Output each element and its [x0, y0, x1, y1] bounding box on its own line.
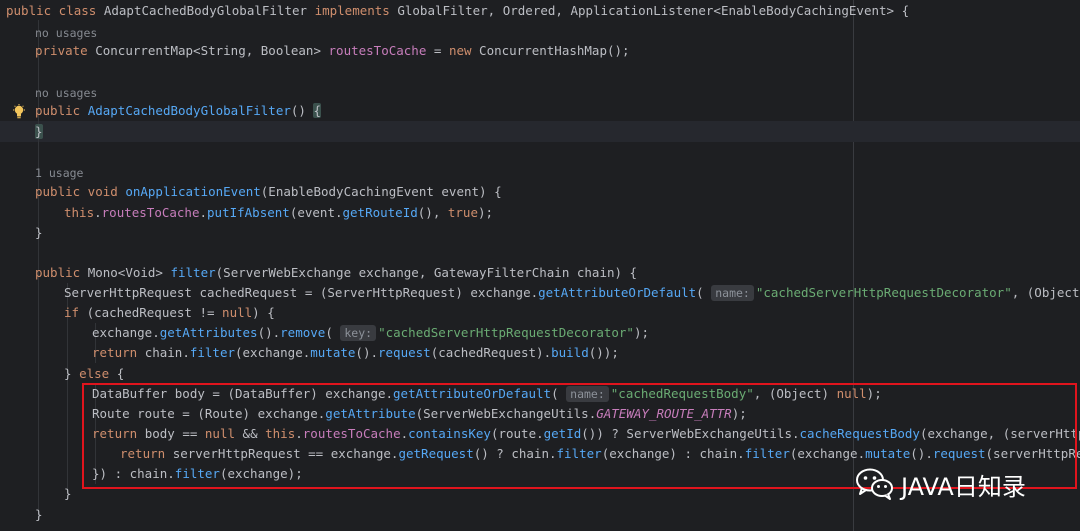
code-token: onApplicationEvent [125, 184, 261, 199]
code-line[interactable]: } [35, 223, 43, 243]
code-token: (cachedRequest). [430, 345, 552, 360]
code-line[interactable]: public AdaptCachedBodyGlobalFilter() { [35, 101, 321, 121]
code-token: ); [477, 205, 494, 220]
code-line[interactable]: } [35, 505, 43, 525]
lightbulb-icon[interactable] [12, 104, 26, 120]
code-token: routesToCache [101, 205, 200, 220]
code-token: (). [355, 345, 378, 360]
code-token: (). [257, 325, 281, 340]
code-token: { [313, 103, 321, 118]
code-token: = [426, 43, 449, 58]
code-token: public [35, 103, 88, 118]
parameter-hint: name: [711, 285, 754, 301]
code-token: . [199, 205, 208, 220]
watermark: JAVA日知录 [855, 466, 1026, 502]
code-line[interactable]: ServerHttpRequest cachedRequest = (Serve… [64, 283, 1080, 303]
code-token: (cachedRequest != [86, 305, 223, 320]
code-token: return [92, 345, 145, 360]
code-token: } [64, 366, 80, 381]
code-token: routesToCache [328, 43, 427, 58]
code-line[interactable]: this.routesToCache.putIfAbsent(event.get… [64, 203, 493, 223]
code-token: (), [417, 205, 448, 220]
code-token: getAttributeOrDefault [538, 285, 697, 300]
code-token: ConcurrentHashMap(); [479, 43, 630, 58]
usage-hint[interactable]: no usages [35, 86, 97, 100]
code-line[interactable]: private ConcurrentMap<String, Boolean> r… [35, 41, 630, 61]
code-token: ); [633, 325, 650, 340]
code-token: if [64, 305, 87, 320]
code-token: "cachedServerHttpRequestDecorator" [755, 285, 1012, 300]
code-token: AdaptCachedBodyGlobalFilter [103, 3, 315, 18]
code-line[interactable]: } [35, 122, 43, 142]
code-token: } [35, 507, 43, 522]
code-token: ( [696, 285, 712, 300]
code-line[interactable]: if (cachedRequest != null) { [64, 303, 275, 323]
code-token: remove [280, 325, 326, 340]
code-token: new [448, 43, 480, 58]
code-token: chain. [144, 345, 190, 360]
code-token: null [222, 305, 253, 320]
parameter-hint: key: [340, 325, 377, 341]
code-token: (EnableBodyCachingEvent event) { [260, 184, 502, 199]
code-token: "cachedServerHttpRequestDecorator" [378, 325, 634, 340]
code-line[interactable]: no usages [35, 83, 97, 103]
code-token: (exchange. [235, 345, 311, 360]
code-line[interactable]: return chain.filter(exchange.mutate().re… [92, 343, 619, 363]
code-token: mutate [310, 345, 356, 360]
code-token: ()); [588, 345, 619, 360]
code-line[interactable]: no usages [35, 23, 97, 43]
code-token: private [35, 43, 96, 58]
code-token: build [551, 345, 589, 360]
code-token: public void [35, 184, 126, 199]
code-token: else [79, 366, 117, 381]
code-line[interactable]: exchange.getAttributes().remove( key: "ca… [92, 323, 649, 343]
code-token: ( [325, 325, 341, 340]
code-token: getRouteId [342, 205, 418, 220]
usage-hint[interactable]: no usages [35, 26, 97, 40]
code-token: this [64, 205, 95, 220]
code-token: () [290, 103, 314, 118]
usage-hint[interactable]: 1 usage [35, 166, 83, 180]
code-token: Mono<Void> [87, 265, 171, 280]
code-line[interactable]: public void onApplicationEvent(EnableBod… [35, 182, 502, 202]
code-token: ) { [252, 305, 275, 320]
code-token: ConcurrentMap<String, Boolean> [95, 43, 329, 58]
code-token: GlobalFilter, Ordered, ApplicationListen… [397, 3, 910, 18]
code-line[interactable]: 1 usage [35, 163, 83, 183]
code-token: , (Object) [1011, 285, 1080, 300]
code-token: getAttributes [159, 325, 258, 340]
code-token: } [35, 225, 43, 240]
wechat-icon [856, 468, 893, 500]
code-token: ServerHttpRequest cachedRequest = (Serve… [64, 285, 539, 300]
code-token: public [35, 265, 88, 280]
code-token: { [116, 366, 125, 381]
code-token: (ServerWebExchange exchange, GatewayFilt… [215, 265, 638, 280]
code-token: } [64, 486, 72, 501]
code-line[interactable]: } [64, 484, 72, 504]
code-token: . [94, 205, 102, 220]
watermark-text: JAVA日知录 [901, 472, 1026, 501]
code-token: (event. [289, 205, 343, 220]
code-token: request [378, 345, 431, 360]
code-line[interactable]: public Mono<Void> filter(ServerWebExchan… [35, 263, 637, 283]
code-line[interactable]: } else { [64, 364, 124, 384]
current-line-highlight [0, 121, 1080, 142]
code-token: implements [314, 3, 398, 18]
code-editor[interactable]: public class AdaptCachedBodyGlobalFilter… [0, 0, 1080, 531]
code-token: AdaptCachedBodyGlobalFilter [87, 103, 291, 118]
code-token: putIfAbsent [207, 205, 290, 220]
code-token: } [35, 124, 43, 139]
code-token: filter [170, 265, 216, 280]
code-line[interactable]: public class AdaptCachedBodyGlobalFilter… [6, 1, 909, 21]
code-token: exchange. [92, 325, 160, 340]
code-token: filter [189, 345, 235, 360]
code-token: public class [6, 3, 104, 18]
code-token: true [447, 205, 478, 220]
